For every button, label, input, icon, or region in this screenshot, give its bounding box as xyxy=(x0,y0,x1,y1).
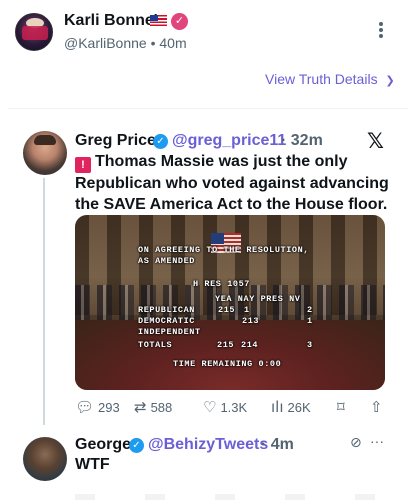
chevron-right-icon: ❯ xyxy=(385,75,395,87)
vote-row-yea: 215 xyxy=(218,305,236,315)
vote-row-party: TOTALS xyxy=(138,340,173,350)
quoted-post-time: · 32m xyxy=(281,132,323,149)
vote-resolution-line2: AS AMENDED xyxy=(138,256,196,266)
author-avatar[interactable] xyxy=(15,13,53,51)
grok-icon[interactable]: ⊘ xyxy=(350,435,362,451)
vote-row-party: DEMOCRATIC xyxy=(138,316,196,326)
repost-icon: ⇄ xyxy=(134,398,147,416)
x-logo-icon: 𝕏 xyxy=(367,129,384,153)
reply-count: 293 xyxy=(98,399,120,415)
chamber-seats xyxy=(75,320,385,390)
reply-more-icon[interactable]: ··· xyxy=(370,433,384,449)
view-truth-details-link[interactable]: View Truth Details ❯ xyxy=(265,71,395,87)
reply-author-avatar[interactable] xyxy=(23,437,67,481)
share-button[interactable]: ⇧ xyxy=(370,398,383,416)
vote-row-party: REPUBLICAN xyxy=(138,305,196,315)
us-flag-icon xyxy=(150,15,167,26)
bookmark-icon: ⌑ xyxy=(337,398,345,416)
vote-row-nv: 3 xyxy=(307,340,313,350)
vote-row-nv: 2 xyxy=(307,305,313,315)
views-button[interactable]: ılı 26K xyxy=(271,398,311,416)
thread-connector-line xyxy=(43,178,45,425)
vote-time-remaining: TIME REMAINING 0:00 xyxy=(173,359,282,369)
vote-row-party: INDEPENDENT xyxy=(138,327,201,337)
reply-time: · 4m xyxy=(261,436,294,453)
reply-author-name[interactable]: George xyxy=(75,436,131,454)
quoted-author-handle[interactable]: @greg_price11 xyxy=(172,132,286,150)
verified-check-icon: ✓ xyxy=(129,438,144,453)
quoted-post-body: Thomas Massie was just the only Republic… xyxy=(75,153,389,213)
vote-row-yea: 215 xyxy=(217,340,235,350)
like-count: 1.3K xyxy=(220,399,248,415)
vote-resolution-line1: ON AGREEING TO THE RESOLUTION, xyxy=(138,245,310,255)
like-icon: ♡ xyxy=(203,398,217,416)
verified-badge-icon: ✓ xyxy=(171,13,188,30)
quoted-author-avatar[interactable] xyxy=(23,131,67,175)
bookmark-button[interactable]: ⌑ xyxy=(337,398,345,416)
quoted-author-name[interactable]: Greg Price xyxy=(75,132,156,150)
vote-row-nay: 213 xyxy=(242,316,260,326)
reply-text: WTF xyxy=(75,456,110,473)
quoted-post-text: ! Thomas Massie was just the only Republi… xyxy=(75,151,395,215)
vote-row-nv: 1 xyxy=(307,316,313,326)
vote-row-nay: 214 xyxy=(241,340,259,350)
views-icon: ılı xyxy=(271,398,284,416)
reply-icon: 💬︎ xyxy=(75,398,95,416)
author-name[interactable]: Karli Bonne' xyxy=(64,12,158,30)
vote-column-header: YEA NAY PRES NV xyxy=(215,294,301,304)
share-icon: ⇧ xyxy=(370,398,383,416)
like-button[interactable]: ♡ 1.3K xyxy=(203,398,247,416)
view-truth-details-label: View Truth Details xyxy=(265,71,378,87)
views-count: 26K xyxy=(287,399,311,415)
reply-author-handle[interactable]: @BehizyTweets xyxy=(148,436,268,454)
vote-h-res: H RES 1057 xyxy=(193,279,251,289)
repost-button[interactable]: ⇄ 588 xyxy=(134,398,172,416)
repost-count: 588 xyxy=(150,399,173,415)
siren-icon: ! xyxy=(75,157,91,173)
vote-row-nay: 1 xyxy=(244,305,250,315)
more-options-icon[interactable] xyxy=(377,22,385,42)
quoted-post-actions: 💬︎ 293 ⇄ 588 ♡ 1.3K ılı 26K ⌑ ⇧ xyxy=(75,398,385,420)
verified-check-icon: ✓ xyxy=(153,134,168,149)
author-handle-time[interactable]: @KarliBonne • 40m xyxy=(64,35,187,51)
reply-button[interactable]: 💬︎ 293 xyxy=(75,398,120,416)
post-header: Karli Bonne' ✓ @KarliBonne • 40m xyxy=(0,0,408,64)
vote-image[interactable]: ON AGREEING TO THE RESOLUTION, AS AMENDE… xyxy=(75,215,385,390)
